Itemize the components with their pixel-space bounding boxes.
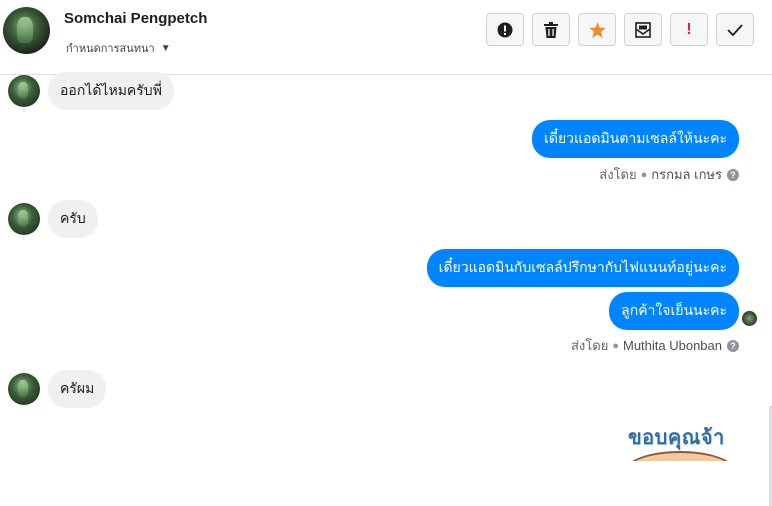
outgoing-message-bubble[interactable]: เดี๋ยวแอดมินกับเซลล์ปรึกษากับไฟแนนท์อยู่… [426, 249, 739, 287]
conversation-toolbar: ! [486, 13, 754, 46]
incoming-message-bubble[interactable]: ออกได้ไหมครับพี่ [48, 72, 174, 110]
incoming-message-row: ครัผม [8, 370, 107, 408]
thank-you-sticker[interactable]: ขอบคุณจ้า [620, 421, 740, 461]
sender-name[interactable]: กรกมล เกษร [651, 164, 722, 185]
read-receipt-avatar [742, 311, 757, 326]
incoming-message-row: ครับ [8, 200, 98, 238]
sent-by-label: ส่งโดย ● กรกมล เกษร ? [599, 164, 739, 185]
sent-by-label: ส่งโดย ● Muthita Ubonban ? [571, 335, 739, 356]
check-icon [727, 23, 743, 36]
sent-by-text: ส่งโดย [599, 167, 637, 182]
outgoing-message-bubble[interactable]: ลูกค้าใจเย็นนะคะ [609, 292, 739, 330]
envelope-icon [635, 21, 651, 38]
follow-up-button[interactable]: ! [670, 13, 708, 46]
conversation-header: Somchai Pengpetch กำหนดการสนทนา ▼ ! [0, 0, 772, 75]
sender-name[interactable]: Muthita Ubonban [623, 338, 722, 353]
sender-avatar[interactable] [8, 373, 40, 405]
incoming-message-bubble[interactable]: ครัผม [48, 370, 107, 408]
sent-by-text: ส่งโดย [571, 338, 609, 353]
message-thread: ออกได้ไหมครับพี่ เดี๋ยวแอดมินตามเซลล์ให้… [0, 72, 772, 506]
help-icon[interactable]: ? [727, 168, 739, 181]
mark-spam-button[interactable] [486, 13, 524, 46]
help-icon[interactable]: ? [727, 339, 739, 352]
manage-conversation-label: กำหนดการสนทนา [66, 43, 155, 55]
star-icon [588, 21, 606, 38]
verified-dot-icon: ● [640, 168, 648, 181]
exclamation-circle-icon [497, 22, 513, 38]
contact-name[interactable]: Somchai Pengpetch [64, 10, 207, 27]
contact-avatar[interactable] [3, 7, 50, 54]
incoming-message-bubble[interactable]: ครับ [48, 200, 98, 238]
sticker-text: ขอบคุณจ้า [628, 427, 725, 449]
sender-avatar[interactable] [8, 203, 40, 235]
verified-dot-icon: ● [612, 339, 619, 352]
mark-unread-button[interactable] [624, 13, 662, 46]
outgoing-message-bubble[interactable]: เดี๋ยวแอดมินตามเซลล์ให้นะคะ [532, 120, 739, 158]
exclamation-icon: ! [686, 20, 692, 38]
incoming-message-row: ออกได้ไหมครับพี่ [8, 72, 174, 110]
done-button[interactable] [716, 13, 754, 46]
sender-avatar[interactable] [8, 75, 40, 107]
caret-down-icon: ▼ [160, 42, 171, 54]
trash-icon [544, 21, 558, 38]
manage-conversation-dropdown[interactable]: กำหนดการสนทนา ▼ [66, 39, 171, 57]
delete-button[interactable] [532, 13, 570, 46]
star-button[interactable] [578, 13, 616, 46]
